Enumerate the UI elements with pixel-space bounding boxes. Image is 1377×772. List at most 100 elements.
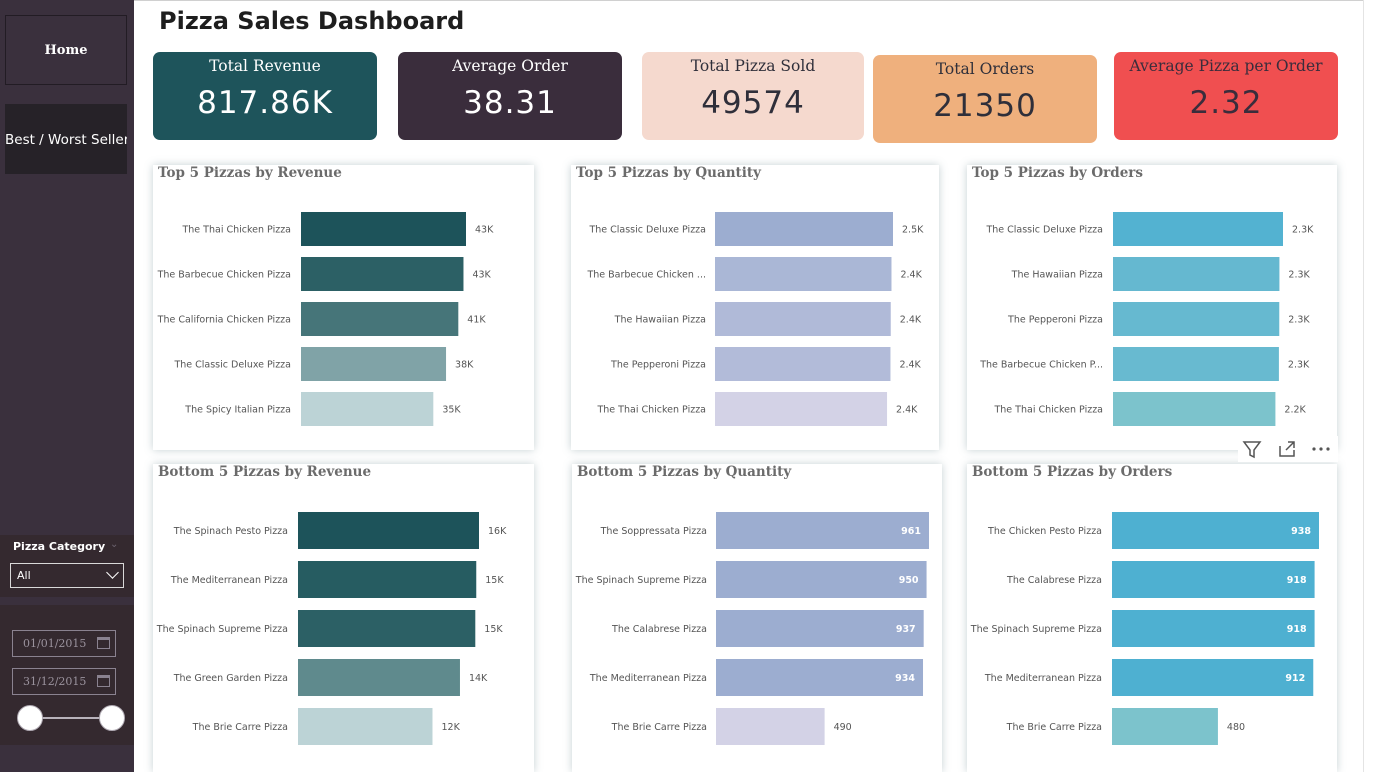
bar[interactable] [1112, 561, 1315, 598]
bar[interactable] [301, 347, 447, 381]
category-label: The Spinach Supreme Pizza [575, 575, 707, 586]
category-label: The Brie Carre Pizza [611, 722, 707, 733]
data-label: 15K [485, 575, 504, 586]
date-range-start-handle[interactable] [17, 705, 43, 731]
data-label: 480 [1227, 722, 1245, 733]
end-date-value: 31/12/2015 [23, 675, 87, 688]
sidebar: Home Best / Worst Seller Pizza Category … [0, 0, 134, 772]
category-label: The Classic Deluxe Pizza [588, 225, 706, 236]
bar[interactable] [1113, 257, 1280, 291]
data-label: 35K [442, 405, 461, 416]
chevron-down-icon[interactable]: ⌄ [110, 539, 118, 550]
calendar-icon[interactable] [97, 675, 110, 687]
data-label: 2.4K [900, 270, 922, 281]
category-label: The Soppressata Pizza [600, 526, 707, 537]
bar[interactable] [301, 302, 459, 336]
pizza-category-value: All [17, 569, 31, 582]
bar[interactable] [1112, 659, 1314, 696]
bar[interactable] [301, 257, 464, 291]
data-label: 912 [1285, 673, 1305, 684]
data-label: 918 [1287, 624, 1307, 635]
bar-chart-svg: The Classic Deluxe Pizza 2.5K The Barbecue… [586, 212, 924, 426]
chart-bottom-orders[interactable]: Bottom 5 Pizzas by Orders The Chicken Pe… [967, 464, 1337, 772]
end-date-input[interactable]: 31/12/2015 [12, 668, 116, 695]
kpi-average-order: Average Order 38.31 [398, 52, 622, 140]
bar[interactable] [716, 659, 924, 696]
bar[interactable] [1112, 512, 1319, 549]
best-worst-seller-button[interactable]: Best / Worst Seller [5, 104, 127, 174]
kpi-value: 49574 [701, 85, 805, 121]
data-label: 43K [472, 270, 491, 281]
category-label: The Barbecue Chicken ... [586, 270, 706, 281]
category-label: The Mediterranean Pizza [170, 575, 288, 586]
bar[interactable] [1112, 708, 1218, 745]
bar[interactable] [1113, 302, 1280, 336]
bar[interactable] [298, 561, 477, 598]
focus-mode-icon[interactable] [1276, 438, 1298, 460]
bar-chart-svg: The Soppressata Pizza 961 The Spinach Supr… [575, 512, 929, 745]
bar[interactable] [298, 708, 433, 745]
calendar-icon[interactable] [97, 637, 110, 649]
bar[interactable] [298, 512, 479, 549]
bar-chart-svg: The Thai Chicken Pizza 43K The Barbecue Ch… [157, 212, 494, 426]
chart-bottom-quantity[interactable]: Bottom 5 Pizzas by Quantity The Soppress… [572, 464, 942, 772]
bar[interactable] [715, 212, 893, 246]
data-label: 2.3K [1288, 315, 1310, 326]
kpi-average-pizza-per-order: Average Pizza per Order 2.32 [1114, 52, 1338, 140]
category-label: The Hawaiian Pizza [614, 315, 706, 326]
bar[interactable] [716, 708, 825, 745]
bar[interactable] [715, 257, 892, 291]
data-label: 2.5K [902, 225, 924, 236]
category-label: The Mediterranean Pizza [984, 673, 1102, 684]
chart-top-quantity[interactable]: Top 5 Pizzas by Quantity The Classic Del… [571, 165, 939, 450]
data-label: 934 [895, 673, 915, 684]
category-label: The Spicy Italian Pizza [184, 405, 291, 416]
data-label: 2.4K [896, 405, 918, 416]
bar[interactable] [1113, 347, 1279, 381]
chevron-down-icon [106, 566, 119, 579]
category-label: The Thai Chicken Pizza [596, 405, 706, 416]
date-range-slicer: 01/01/2015 31/12/2015 [0, 605, 134, 745]
category-label: The Pepperoni Pizza [610, 360, 706, 371]
pizza-category-dropdown[interactable]: All [10, 563, 124, 588]
data-label: 2.3K [1292, 225, 1314, 236]
chart-bottom-revenue[interactable]: Bottom 5 Pizzas by Revenue The Spinach P… [153, 464, 534, 772]
bar[interactable] [1113, 212, 1283, 246]
home-button[interactable]: Home [5, 15, 127, 85]
kpi-value: 2.32 [1189, 85, 1263, 121]
bar[interactable] [716, 561, 927, 598]
bar[interactable] [1113, 392, 1276, 426]
start-date-input[interactable]: 01/01/2015 [12, 630, 116, 657]
bar[interactable] [298, 659, 460, 696]
bar[interactable] [301, 392, 434, 426]
bar[interactable] [301, 212, 466, 246]
pizza-category-slicer: Pizza Category ⌄ All [0, 535, 134, 597]
category-label: The Spinach Supreme Pizza [156, 624, 288, 635]
category-label: The Green Garden Pizza [173, 673, 288, 684]
bar[interactable] [715, 347, 891, 381]
bar[interactable] [1112, 610, 1315, 647]
category-label: The Chicken Pesto Pizza [987, 526, 1102, 537]
category-label: The Hawaiian Pizza [1011, 270, 1103, 281]
date-range-end-handle[interactable] [99, 705, 125, 731]
category-label: The Classic Deluxe Pizza [173, 360, 291, 371]
category-label: The Spinach Supreme Pizza [970, 624, 1102, 635]
bar[interactable] [298, 610, 476, 647]
bar[interactable] [715, 392, 888, 426]
chart-top-orders[interactable]: Top 5 Pizzas by Orders The Classic Delux… [967, 165, 1337, 450]
bar[interactable] [715, 302, 891, 336]
more-options-icon[interactable] [1310, 438, 1332, 460]
bar[interactable] [716, 512, 929, 549]
data-label: 12K [441, 722, 460, 733]
data-label: 16K [488, 526, 507, 537]
data-label: 2.4K [899, 360, 921, 371]
filter-icon[interactable] [1241, 438, 1263, 460]
top-border [134, 0, 1377, 1]
category-label: The California Chicken Pizza [157, 315, 291, 326]
category-label: The Spinach Pesto Pizza [173, 526, 288, 537]
category-label: The Thai Chicken Pizza [993, 405, 1103, 416]
bar[interactable] [716, 610, 924, 647]
data-label: 961 [901, 526, 921, 537]
chart-top-revenue[interactable]: Top 5 Pizzas by Revenue The Thai Chicken… [153, 165, 534, 450]
bar-chart-svg: The Spinach Pesto Pizza 16K The Mediterran… [156, 512, 507, 745]
